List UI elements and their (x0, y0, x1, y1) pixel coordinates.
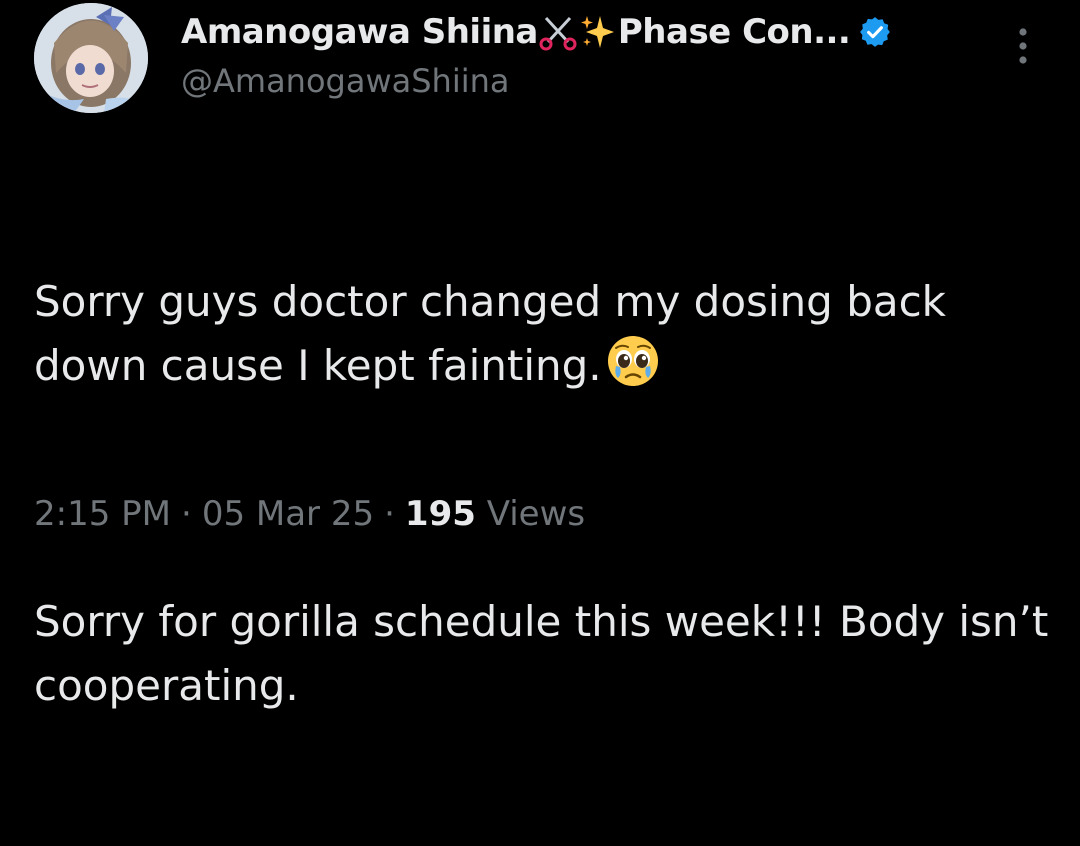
views-label[interactable]: Views (487, 494, 585, 534)
tweet-meta: 2:15 PM · 05 Mar 25 · 195 Views (34, 494, 585, 534)
author-handle[interactable]: @AmanogawaShiina (181, 62, 510, 100)
scissors-icon (539, 16, 577, 51)
display-name[interactable]: Amanogawa Shiina (181, 12, 538, 52)
pleading-face-with-tears-icon (607, 336, 658, 386)
tweet-paragraph-2: Sorry for gorilla schedule this week!!! … (34, 597, 1062, 710)
verified-badge-icon[interactable] (858, 15, 892, 49)
avatar[interactable] (34, 3, 148, 113)
tweet: Amanogawa Shiina Phase Con... @Amanogawa… (0, 0, 1080, 710)
meta-separator: · (181, 494, 192, 534)
views-count[interactable]: 195 (405, 494, 476, 534)
tweet-paragraph-1: Sorry guys doctor changed my dosing back… (34, 270, 1054, 398)
display-name-suffix[interactable]: Phase Con... (618, 12, 851, 52)
tweet-paragraph-1-text: Sorry guys doctor changed my dosing back… (34, 277, 960, 390)
tweet-date[interactable]: 05 Mar 25 (202, 494, 374, 534)
more-options-icon[interactable] (1008, 24, 1038, 68)
author-name-row[interactable]: Amanogawa Shiina Phase Con... (181, 10, 892, 54)
tweet-time[interactable]: 2:15 PM (34, 494, 171, 534)
sparkles-icon (580, 16, 614, 48)
avatar-image (34, 3, 148, 113)
meta-separator: · (384, 494, 395, 534)
